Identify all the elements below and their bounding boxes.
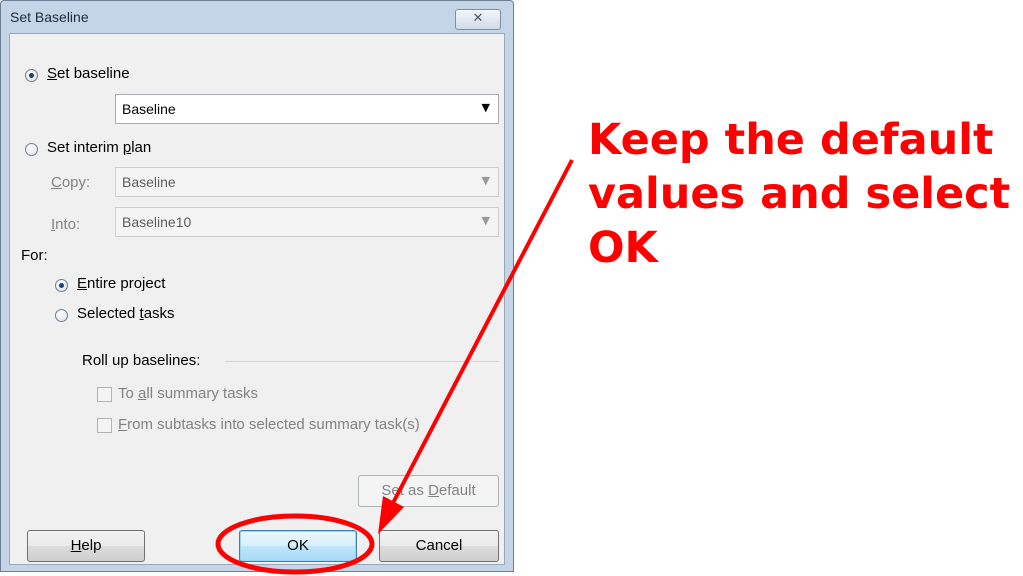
set-interim-plan-radio[interactable] — [25, 143, 38, 156]
annotation-callout: Keep the default values and select OK — [588, 113, 1018, 275]
dialog-body: Set baseline Baseline ▼ Set interim plan… — [9, 33, 505, 565]
set-baseline-dialog: Set Baseline ✕ Set baseline Baseline ▼ S… — [0, 0, 514, 572]
from-subtasks-label: From subtasks into selected summary task… — [118, 416, 420, 433]
chevron-down-icon: ▼ — [481, 174, 490, 187]
rollup-separator — [225, 361, 499, 362]
chevron-down-icon: ▼ — [481, 101, 490, 114]
annotation-line-1: Keep the default — [588, 115, 994, 165]
entire-project-label[interactable]: Entire project — [77, 275, 165, 292]
close-icon: ✕ — [472, 11, 484, 26]
set-interim-plan-label[interactable]: Set interim plan — [47, 139, 151, 156]
into-select[interactable]: Baseline10 ▼ — [115, 207, 499, 237]
into-label: Into: — [51, 216, 81, 233]
to-all-summary-checkbox[interactable] — [97, 387, 112, 402]
close-button[interactable]: ✕ — [455, 9, 501, 30]
copy-select-value: Baseline — [122, 174, 176, 190]
for-label: For: — [21, 247, 48, 264]
rollup-baselines-label: Roll up baselines: — [82, 352, 201, 369]
annotation-line-3: OK — [588, 223, 658, 273]
chevron-down-icon: ▼ — [481, 214, 490, 227]
into-select-value: Baseline10 — [122, 214, 192, 230]
selected-tasks-label[interactable]: Selected tasks — [77, 305, 175, 322]
help-button[interactable]: Help — [27, 530, 145, 562]
baseline-select[interactable]: Baseline ▼ — [115, 94, 499, 124]
to-all-summary-label: To all summary tasks — [118, 385, 259, 402]
copy-label: Copy: — [51, 174, 91, 191]
from-subtasks-checkbox[interactable] — [97, 418, 112, 433]
set-baseline-radio[interactable] — [25, 69, 38, 82]
entire-project-radio[interactable] — [55, 279, 68, 292]
title-bar: Set Baseline ✕ — [1, 1, 513, 33]
set-as-default-button[interactable]: Set as Default — [358, 475, 499, 507]
set-baseline-label[interactable]: Set baseline — [47, 65, 130, 82]
dialog-title: Set Baseline — [10, 9, 89, 25]
ok-button[interactable]: OK — [239, 530, 357, 562]
copy-select[interactable]: Baseline ▼ — [115, 167, 499, 197]
annotation-line-2: values and select — [588, 169, 1011, 219]
baseline-select-value: Baseline — [122, 101, 176, 117]
cancel-button[interactable]: Cancel — [379, 530, 499, 562]
selected-tasks-radio[interactable] — [55, 309, 68, 322]
